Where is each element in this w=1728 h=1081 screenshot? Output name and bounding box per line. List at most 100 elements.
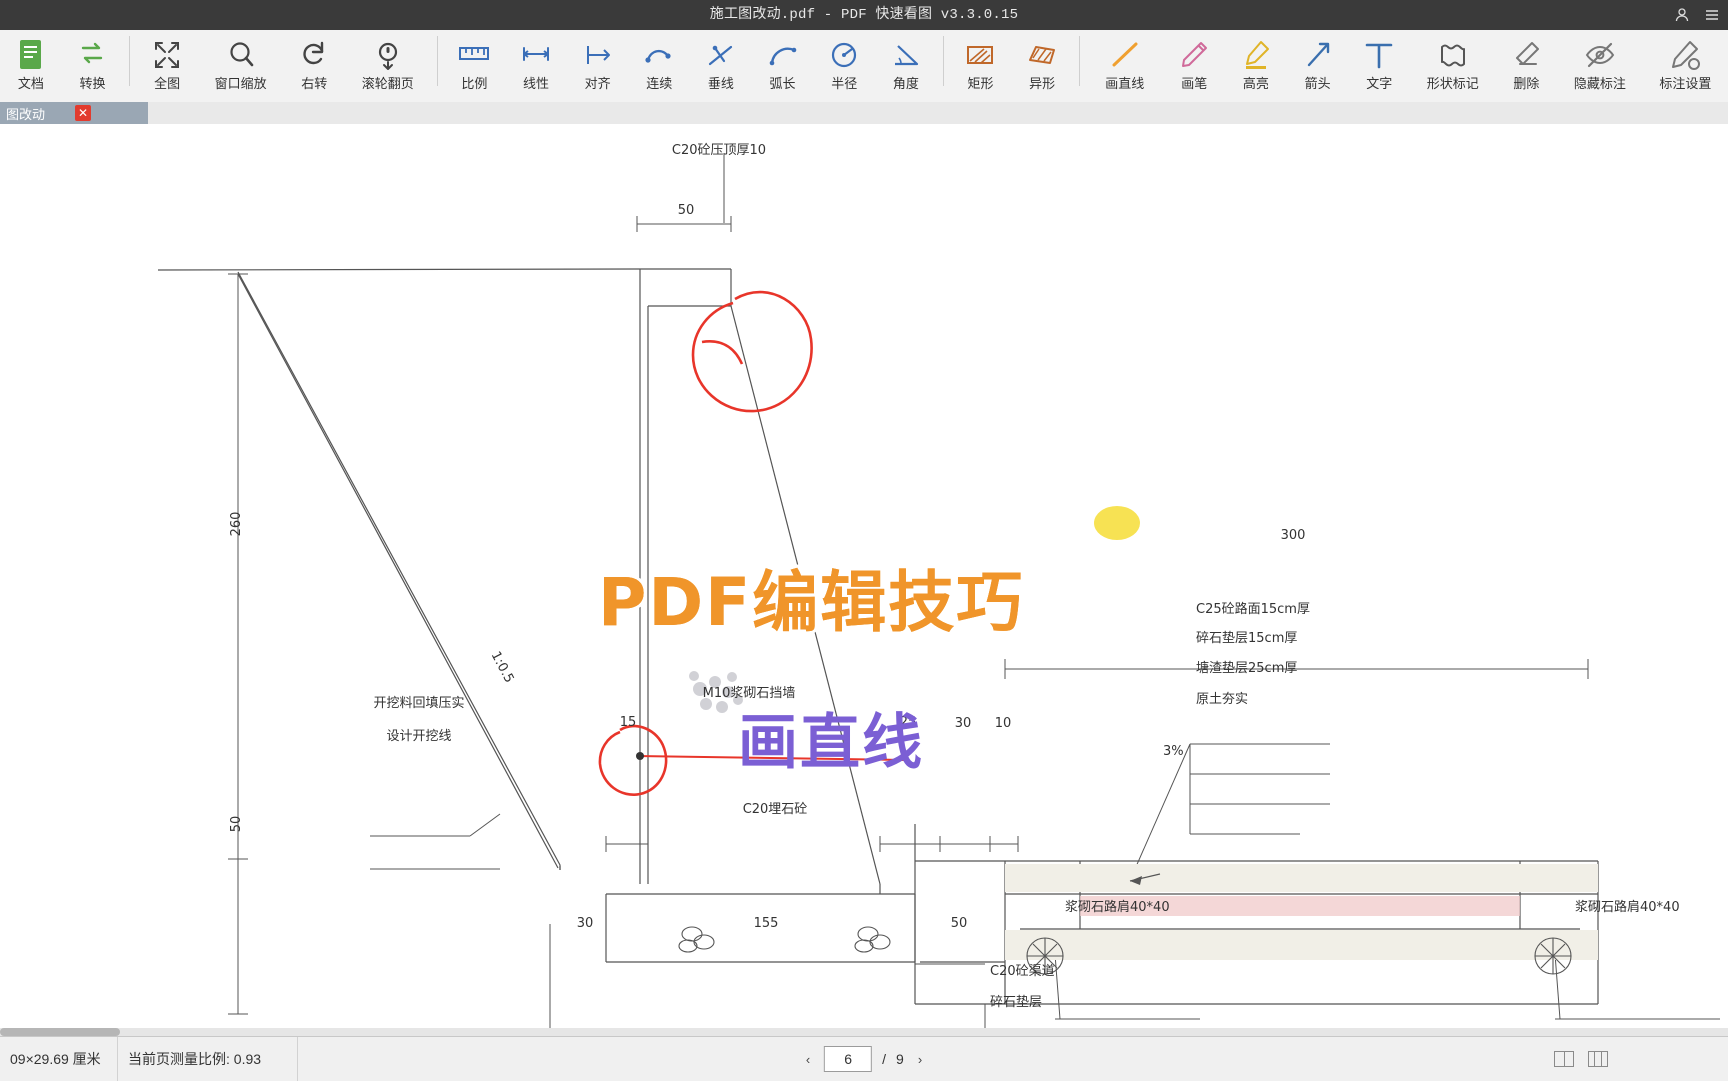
- drawing-note: 50: [951, 916, 968, 931]
- toolbar-label: 转换: [79, 77, 105, 91]
- drawing-note: 设计开挖线: [386, 729, 451, 744]
- toolbar-separator: [437, 36, 438, 86]
- scrollbar-thumb[interactable]: [0, 1028, 120, 1036]
- drawing-note: C25砼路面15cm厚: [1196, 601, 1310, 617]
- radius-icon: [827, 34, 861, 76]
- toolbar-label: 矩形: [967, 77, 993, 91]
- drawing-note: 260: [229, 512, 244, 537]
- toolbar-label: 弧长: [770, 77, 796, 91]
- toolbar-button-perpendicular[interactable]: 垂线: [690, 30, 752, 102]
- drawing-note: C20埋石砼: [743, 802, 808, 817]
- toolbar-button-convert[interactable]: 转换: [62, 30, 124, 102]
- toolbar-button-highlight[interactable]: 高亮: [1225, 30, 1287, 102]
- toolbar-button-irregular[interactable]: 异形: [1011, 30, 1073, 102]
- magnifier-icon: [226, 34, 256, 76]
- rotate-right-icon: [299, 34, 329, 76]
- prev-page-button[interactable]: ‹: [802, 1052, 814, 1067]
- toolbar-button-continuous[interactable]: 连续: [628, 30, 690, 102]
- toolbar-label: 标注设置: [1659, 77, 1711, 91]
- drawing-note: 10: [995, 716, 1012, 731]
- yellow-marker-dot: [1094, 506, 1140, 540]
- toolbar-label: 画笔: [1181, 77, 1207, 91]
- toolbar-label: 连续: [646, 77, 672, 91]
- drawing-note: 30: [577, 916, 594, 931]
- drawing-note: 155: [754, 916, 779, 931]
- drawing-note: 开挖料回填压实: [373, 696, 464, 711]
- toolbar-button-rectangle[interactable]: 矩形: [950, 30, 1012, 102]
- toolbar-label: 文档: [18, 77, 44, 91]
- toolbar-label: 高亮: [1243, 77, 1269, 91]
- toolbar-button-draw-line[interactable]: 画直线: [1086, 30, 1164, 102]
- toolbar-label: 箭头: [1305, 77, 1331, 91]
- perpendicular-icon: [704, 34, 738, 76]
- menu-icon[interactable]: [1704, 7, 1720, 23]
- drawing-note: 原土夯实: [1196, 692, 1248, 707]
- toolbar-label: 右转: [301, 77, 327, 91]
- toolbar-button-align[interactable]: 对齐: [567, 30, 629, 102]
- road-sub-band: [1005, 930, 1598, 960]
- toolbar-button-window-zoom[interactable]: 窗口缩放: [198, 30, 283, 102]
- pen-icon: [1177, 34, 1211, 76]
- continuous-measure-icon: [642, 34, 676, 76]
- document-tab-bar: 图改动 ✕: [0, 102, 1728, 125]
- toolbar-label: 半径: [831, 77, 857, 91]
- toolbar-button-pen[interactable]: 画笔: [1163, 30, 1225, 102]
- toolbar-button-shape-mark[interactable]: 形状标记: [1410, 30, 1495, 102]
- drawing-note: 浆砌石路肩40*40: [1575, 899, 1680, 915]
- window-title: 施工图改动.pdf - PDF 快速看图 v3.3.0.15: [0, 0, 1728, 30]
- toolbar-button-rotate-right[interactable]: 右转: [283, 30, 345, 102]
- toolbar-button-linear[interactable]: 线性: [505, 30, 567, 102]
- arrow-icon: [1301, 34, 1335, 76]
- toolbar-button-delete[interactable]: 删除: [1496, 30, 1558, 102]
- scroll-page-icon: [373, 34, 403, 76]
- toolbar-button-fit-page[interactable]: 全图: [136, 30, 198, 102]
- toolbar-button-mark-settings[interactable]: 标注设置: [1643, 30, 1728, 102]
- align-icon: [581, 34, 615, 76]
- drawing-note: 碎石垫层15cm厚: [1196, 630, 1297, 646]
- toolbar-button-radius[interactable]: 半径: [813, 30, 875, 102]
- view-mode-buttons: [1554, 1037, 1608, 1081]
- draw-line-icon: [1108, 34, 1142, 76]
- page-total: 9: [896, 1051, 904, 1067]
- toolbar-button-scale[interactable]: 比例: [444, 30, 506, 102]
- text-icon: [1362, 34, 1396, 76]
- toolbar-label: 异形: [1029, 77, 1055, 91]
- hide-marks-icon: [1583, 34, 1617, 76]
- drawing-note: 浆砌石路肩40*40: [1065, 899, 1170, 915]
- horizontal-scrollbar[interactable]: [0, 1028, 1728, 1036]
- overlay-title-line2: 画直线: [738, 694, 924, 781]
- toolbar-label: 文字: [1366, 77, 1392, 91]
- toolbar-label: 对齐: [585, 77, 611, 91]
- linear-measure-icon: [519, 34, 553, 76]
- fit-page-icon: [152, 34, 182, 76]
- toolbar-button-arc-length[interactable]: 弧长: [752, 30, 814, 102]
- user-icon[interactable]: [1674, 7, 1690, 23]
- pdf-canvas[interactable]: C20砼压顶厚10 50 260 50 1:0.5 开挖料回填压实 设计开挖线 …: [0, 124, 1728, 1036]
- toolbar-label: 隐藏标注: [1574, 77, 1626, 91]
- measure-scale-indicator: 当前页测量比例: 0.93: [118, 1037, 298, 1081]
- close-icon[interactable]: ✕: [75, 105, 91, 121]
- next-page-button[interactable]: ›: [914, 1052, 926, 1067]
- drawing-note: 50: [229, 816, 244, 833]
- toolbar-button-hide-marks[interactable]: 隐藏标注: [1557, 30, 1642, 102]
- single-page-view-button[interactable]: [1554, 1051, 1574, 1067]
- document-tab-label: 图改动: [6, 104, 45, 123]
- paper-size-indicator: 09×29.69 厘米: [0, 1037, 118, 1081]
- toolbar-button-document[interactable]: 文档: [0, 30, 62, 102]
- toolbar-button-scroll-page[interactable]: 滚轮翻页: [345, 30, 430, 102]
- toolbar-button-angle[interactable]: 角度: [875, 30, 937, 102]
- toolbar-label: 滚轮翻页: [362, 77, 414, 91]
- irregular-area-icon: [1025, 34, 1059, 76]
- arc-length-icon: [766, 34, 800, 76]
- toolbar-button-text[interactable]: 文字: [1348, 30, 1410, 102]
- grid-view-button[interactable]: [1588, 1051, 1608, 1067]
- toolbar-label: 角度: [893, 77, 919, 91]
- drawing-note: C20砼渠道: [990, 964, 1055, 979]
- drawing-note: 15: [620, 715, 637, 730]
- toolbar-button-arrow[interactable]: 箭头: [1287, 30, 1349, 102]
- page-number-input[interactable]: 6: [824, 1046, 872, 1072]
- drawing-note: 1:0.5: [488, 649, 517, 685]
- toolbar-label: 垂线: [708, 77, 734, 91]
- document-tab[interactable]: 图改动 ✕: [0, 102, 148, 124]
- toolbar-separator: [943, 36, 944, 86]
